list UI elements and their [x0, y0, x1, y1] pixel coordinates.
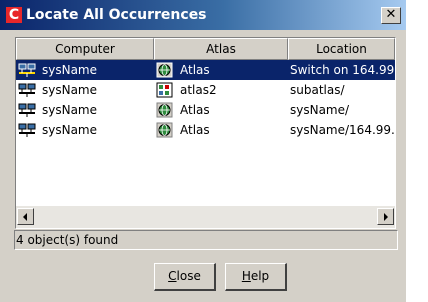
atlas-cell: atlas2 — [154, 80, 288, 100]
computer-name: sysName — [42, 63, 98, 77]
table-header: Computer Atlas Location — [16, 38, 395, 60]
table-row[interactable]: sysName Atlas Switch on 164.99.1 ... — [16, 60, 395, 80]
results-table[interactable]: Computer Atlas Location sysName Atlas Sw… — [15, 37, 396, 229]
arrow-right-icon — [384, 213, 388, 221]
computer-name: sysName — [42, 123, 98, 137]
network-computer-icon — [18, 123, 36, 137]
location-cell: sysName/ — [288, 100, 395, 120]
network-computer-icon — [18, 63, 36, 77]
atlas-globe-icon — [156, 102, 173, 118]
table-row[interactable]: sysName atlas2 subatlas/ — [16, 80, 395, 100]
computer-cell: sysName — [16, 120, 154, 140]
table-body: sysName Atlas Switch on 164.99.1 ... — [16, 60, 395, 140]
column-header-location[interactable]: Location — [288, 38, 395, 60]
computer-name: sysName — [42, 103, 98, 117]
location-cell: subatlas/ — [288, 80, 395, 100]
computer-cell: sysName — [16, 100, 154, 120]
network-computer-icon — [18, 103, 36, 117]
computer-name: sysName — [42, 83, 98, 97]
locate-all-occurrences-dialog: C Locate All Occurrences ✕ Computer Atla… — [0, 0, 406, 302]
close-label: lose — [176, 269, 201, 283]
atlas-globe-icon — [156, 122, 173, 138]
close-button[interactable]: Close — [154, 263, 216, 291]
location-cell: Switch on 164.99.1 ... — [288, 60, 395, 80]
status-bar: 4 object(s) found — [14, 230, 398, 250]
scroll-left-button[interactable] — [17, 208, 34, 225]
atlas-name: Atlas — [180, 123, 210, 137]
location-path: subatlas/ — [290, 83, 345, 97]
location-path: Switch on 164.99.1 ... — [290, 63, 395, 77]
help-label: elp — [250, 269, 270, 283]
atlas-cell: Atlas — [154, 100, 288, 120]
help-mnemonic: H — [241, 269, 251, 283]
help-button[interactable]: Help — [225, 263, 287, 291]
arrow-left-icon — [23, 213, 27, 221]
horizontal-scrollbar[interactable] — [16, 206, 395, 228]
title-bar[interactable]: C Locate All Occurrences ✕ — [0, 0, 406, 30]
close-mnemonic: C — [168, 269, 177, 283]
location-path: sysName/ — [290, 103, 350, 117]
network-computer-icon — [18, 83, 36, 97]
atlas-name: atlas2 — [180, 83, 217, 97]
computer-cell: sysName — [16, 60, 154, 80]
dialog-title: Locate All Occurrences — [26, 7, 207, 23]
table-row[interactable]: sysName Atlas sysName/ — [16, 100, 395, 120]
app-logo-icon: C — [6, 7, 22, 23]
atlas-name: Atlas — [180, 63, 210, 77]
atlas-cell: Atlas — [154, 120, 288, 140]
computer-cell: sysName — [16, 80, 154, 100]
column-header-computer[interactable]: Computer — [16, 38, 154, 60]
close-window-button[interactable]: ✕ — [381, 7, 401, 24]
atlas-globe-icon — [156, 62, 173, 78]
atlas-name: Atlas — [180, 103, 210, 117]
location-cell: sysName/164.99.1 ... — [288, 120, 395, 140]
table-row[interactable]: sysName Atlas sysName/164.99.1 ... — [16, 120, 395, 140]
column-header-atlas[interactable]: Atlas — [154, 38, 288, 60]
atlas-cell: Atlas — [154, 60, 288, 80]
scroll-right-button[interactable] — [377, 208, 394, 225]
atlas-map-icon — [156, 82, 173, 98]
location-path: sysName/164.99.1 ... — [290, 123, 395, 137]
